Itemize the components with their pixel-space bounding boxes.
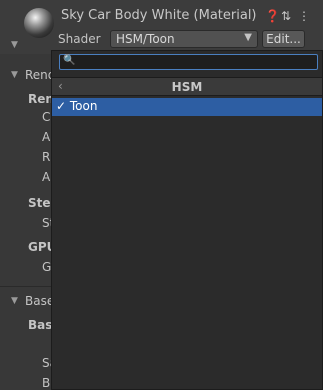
property-label: R [42,150,51,164]
property-label: Sa [42,356,51,370]
material-title: Sky Car Body White (Material) [61,8,257,23]
section-header[interactable]: Base [25,294,51,308]
property-label: C [42,110,51,124]
material-preview-sphere [24,8,54,38]
category-title: HSM [171,80,203,94]
property-label: G [42,260,51,274]
foldout-arrow-icon[interactable]: ▼ [11,40,18,50]
shader-option-toon[interactable]: ✓ Toon [52,98,322,116]
property-label: A [42,130,51,144]
preset-settings-icon[interactable]: ⇅ [281,9,291,23]
checkmark-icon: ✓ [56,99,67,113]
search-input[interactable] [76,55,312,69]
subsection-title: GPU [28,240,51,254]
subsection-title: Sten [28,196,51,210]
shader-option-label: Toon [69,99,98,113]
category-header: ‹ HSM [52,77,322,96]
foldout-arrow-icon[interactable]: ▼ [11,70,18,80]
shader-popup: 🔍 ‹ HSM ✓ Toon [51,50,323,390]
subsection-title: Rend [28,92,51,106]
foldout-arrow-icon[interactable]: ▼ [11,296,18,306]
more-options-icon[interactable]: ⋮ [298,9,310,23]
edit-shader-button[interactable]: Edit... [262,30,305,48]
subsection-title: Base [28,318,51,332]
search-icon: 🔍 [63,55,76,66]
dropdown-arrow-icon: ▼ [244,32,252,43]
material-header: Sky Car Body White (Material) ❓ ⇅ ⋮ Shad… [0,0,323,54]
property-label: St [42,216,51,230]
help-icon[interactable]: ❓ [265,9,280,23]
shader-label: Shader [58,32,101,46]
search-field[interactable]: 🔍 [59,54,318,70]
shader-dropdown[interactable]: HSM/Toon ▼ [110,30,258,48]
shader-dropdown-value: HSM/Toon [116,32,175,46]
section-header[interactable]: Rend [25,68,51,82]
property-label: A [42,170,51,184]
